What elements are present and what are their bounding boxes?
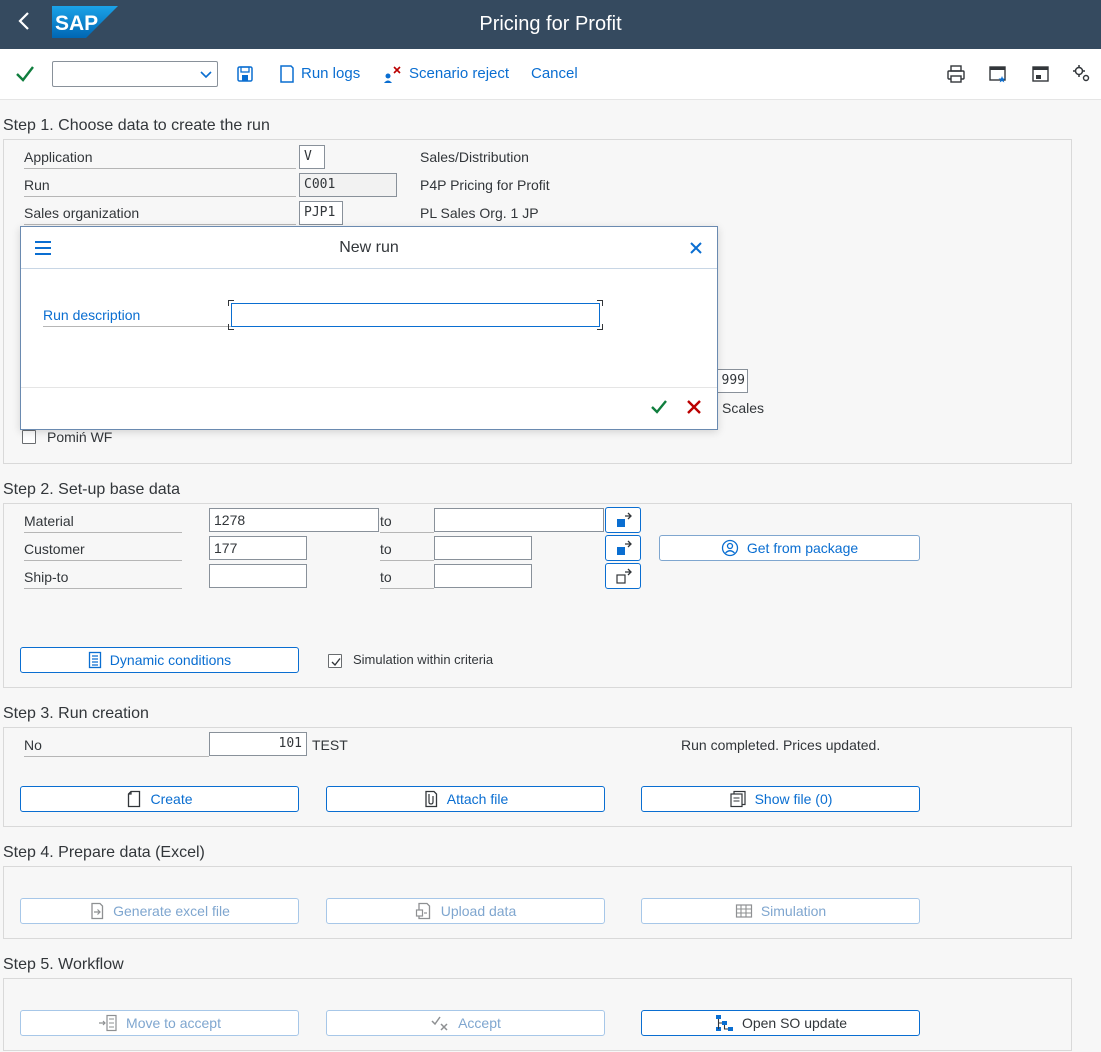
generate-excel-file-button[interactable]: Generate excel file	[20, 898, 299, 924]
app-title: Pricing for Profit	[479, 13, 622, 35]
sales-org-description: PL Sales Org. 1 JP	[420, 205, 539, 221]
dynamic-conditions-button[interactable]: Dynamic conditions	[20, 647, 299, 673]
shipto-to-input[interactable]	[434, 564, 532, 588]
simulation-button[interactable]: Simulation	[641, 898, 920, 924]
step3-title: Step 3. Run creation	[3, 705, 149, 722]
step2-title: Step 2. Set-up base data	[3, 481, 181, 498]
new-document-icon	[128, 790, 141, 808]
settings-gear-icon[interactable]	[1071, 63, 1093, 85]
application-toolbar: Run logs Scenario reject Cancel	[0, 49, 1101, 100]
attach-file-button[interactable]: Attach file	[326, 786, 605, 812]
no-label: No	[24, 733, 209, 757]
user-circle-icon	[721, 539, 739, 557]
no-description: TEST	[312, 737, 348, 753]
attachment-icon	[425, 790, 437, 808]
customer-from-input[interactable]: 177	[209, 536, 307, 560]
dialog-title: New run	[339, 239, 399, 256]
chevron-down-icon[interactable]	[199, 67, 213, 81]
material-label: Material	[24, 509, 182, 533]
run-description-label: Run description	[43, 303, 253, 327]
multiple-selection-filled-icon	[617, 540, 632, 555]
hierarchy-icon	[715, 1015, 733, 1031]
multiple-selection-empty-icon	[616, 568, 632, 584]
dialog-header: New run	[21, 227, 717, 269]
documents-stack-icon	[729, 790, 746, 808]
export-document-icon	[91, 902, 104, 920]
move-to-list-icon	[99, 1014, 117, 1032]
calculator-icon	[88, 651, 101, 669]
shipto-from-input[interactable]	[209, 564, 307, 588]
application-description: Sales/Distribution	[420, 149, 529, 165]
get-from-package-button[interactable]: Get from package	[659, 535, 920, 561]
material-from-input[interactable]: 1278	[209, 508, 379, 532]
upload-document-icon	[415, 902, 430, 920]
application-label: Application	[24, 145, 296, 169]
new-session-icon[interactable]	[987, 63, 1009, 85]
checkmark-icon	[331, 658, 341, 667]
simulation-within-criteria-label: Simulation within criteria	[353, 652, 494, 667]
run-description-input[interactable]	[231, 303, 600, 327]
material-to-label: to	[380, 509, 434, 533]
open-so-update-button[interactable]: Open SO update	[641, 1010, 920, 1036]
create-button[interactable]: Create	[20, 786, 299, 812]
user-reject-icon	[384, 66, 401, 83]
customer-label: Customer	[24, 537, 182, 561]
step1-title: Step 1. Choose data to create the run	[3, 117, 270, 134]
shipto-label: Ship-to	[24, 565, 182, 589]
customer-multiple-selection-button[interactable]	[605, 535, 641, 561]
confirm-check-icon[interactable]	[649, 397, 669, 417]
material-to-input[interactable]	[434, 508, 604, 532]
upload-data-button[interactable]: Upload data	[326, 898, 605, 924]
focus-corner	[228, 324, 234, 330]
sales-org-label: Sales organization	[24, 201, 296, 225]
shell-bar: SAP Pricing for Profit	[0, 0, 1101, 49]
run-status-text: Run completed. Prices updated.	[681, 737, 881, 753]
accept-button[interactable]: Accept	[326, 1010, 605, 1036]
cancel-button[interactable]: Cancel	[531, 61, 578, 87]
focus-corner	[597, 324, 603, 330]
focus-corner	[228, 300, 234, 306]
print-icon[interactable]	[945, 63, 967, 85]
material-multiple-selection-button[interactable]	[605, 507, 641, 533]
new-run-dialog: New run Run description	[20, 226, 718, 430]
enter-check-icon[interactable]	[14, 63, 36, 85]
window-icon[interactable]	[1029, 63, 1051, 85]
scenario-reject-button[interactable]: Scenario reject	[382, 61, 509, 87]
shipto-multiple-selection-button[interactable]	[605, 563, 641, 589]
simulation-grid-icon	[735, 904, 752, 918]
scales-label: Scales	[722, 400, 765, 416]
run-description: P4P Pricing for Profit	[420, 177, 550, 193]
multiple-selection-filled-icon	[617, 512, 632, 527]
dialog-footer-divider	[21, 387, 717, 388]
close-icon[interactable]	[687, 239, 705, 257]
no-input[interactable]: 101	[209, 732, 307, 756]
customer-to-label: to	[380, 537, 434, 561]
step5-title: Step 5. Workflow	[3, 956, 124, 973]
save-icon[interactable]	[234, 63, 256, 85]
focus-corner	[597, 300, 603, 306]
document-icon	[280, 65, 294, 83]
run-input[interactable]: C001	[299, 173, 397, 197]
sales-org-input[interactable]: PJP1	[299, 201, 343, 225]
step4-title: Step 4. Prepare data (Excel)	[3, 844, 205, 861]
skip-wf-checkbox[interactable]	[22, 430, 36, 444]
simulation-within-criteria-checkbox[interactable]	[328, 654, 342, 668]
run-label: Run	[24, 173, 296, 197]
customer-to-input[interactable]	[434, 536, 532, 560]
command-field[interactable]	[52, 61, 218, 87]
run-logs-button[interactable]: Run logs	[278, 61, 360, 87]
accept-reject-icon	[431, 1016, 448, 1031]
application-input[interactable]: V	[299, 145, 325, 169]
show-file-button[interactable]: Show file (0)	[641, 786, 920, 812]
shipto-to-label: to	[380, 565, 434, 589]
cancel-x-icon[interactable]	[685, 398, 703, 416]
move-to-accept-button[interactable]: Move to accept	[20, 1010, 299, 1036]
